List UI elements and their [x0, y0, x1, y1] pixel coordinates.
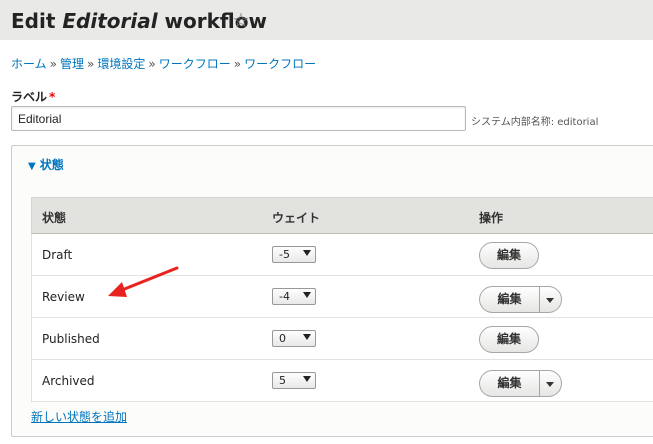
caret-down-icon: [546, 298, 554, 303]
edit-button[interactable]: 編集: [479, 370, 539, 397]
chevron-down-icon: [303, 292, 311, 298]
breadcrumb: ホーム» 管理» 環境設定» ワークフロー» ワークフロー: [11, 55, 316, 72]
edit-dropbutton: 編集: [479, 286, 562, 313]
states-legend-toggle[interactable]: ▼ 状態: [28, 156, 64, 173]
weight-select[interactable]: -5: [272, 246, 316, 263]
edit-button[interactable]: 編集: [479, 286, 539, 313]
caret-down-icon: [546, 382, 554, 387]
table-row: Published 0 編集: [31, 318, 653, 360]
table-row: Archived 5 編集: [31, 360, 653, 402]
label-field-title: ラベル *: [11, 90, 56, 104]
dropbutton-toggle[interactable]: [539, 286, 562, 313]
chevron-down-icon: [303, 376, 311, 382]
breadcrumb-config[interactable]: 環境設定: [97, 57, 145, 71]
weight-select[interactable]: 0: [272, 330, 316, 347]
table-header: 状態 ウェイト 操作: [31, 197, 653, 234]
chevron-down-icon: [303, 250, 311, 256]
states-table: 状態 ウェイト 操作 Draft -5 編集 Review -4 編集 Publ…: [31, 197, 653, 402]
breadcrumb-workflows[interactable]: ワークフロー: [244, 57, 316, 71]
states-fieldset: ▼ 状態 状態 ウェイト 操作 Draft -5 編集 Review -4 編集 …: [11, 145, 653, 437]
state-name: Draft: [42, 248, 73, 262]
table-row: Review -4 編集: [31, 276, 653, 318]
column-header-weight: ウェイト: [272, 211, 321, 225]
breadcrumb-separator: »: [148, 57, 156, 71]
breadcrumb-home[interactable]: ホーム: [11, 57, 47, 71]
breadcrumb-workflow[interactable]: ワークフロー: [159, 57, 231, 71]
page-header: Edit Editorial workflow ☆: [0, 0, 653, 40]
column-header-state: 状態: [42, 211, 67, 225]
state-name: Review: [42, 290, 85, 304]
breadcrumb-separator: »: [87, 57, 95, 71]
breadcrumb-admin[interactable]: 管理: [60, 57, 84, 71]
star-outline-icon[interactable]: ☆: [232, 9, 250, 31]
required-mark: *: [49, 90, 56, 104]
page-title: Edit Editorial workflow: [11, 9, 267, 33]
breadcrumb-separator: »: [233, 57, 242, 71]
state-name: Published: [42, 332, 100, 346]
table-row: Draft -5 編集: [31, 234, 653, 276]
machine-name: システム内部名称: editorial: [471, 117, 599, 128]
column-header-operations: 操作: [479, 211, 504, 225]
dropbutton-toggle[interactable]: [539, 370, 562, 397]
weight-select[interactable]: -4: [272, 288, 316, 305]
edit-button[interactable]: 編集: [479, 242, 539, 269]
add-state-link[interactable]: 新しい状態を追加: [31, 408, 127, 425]
chevron-down-icon: [303, 334, 311, 340]
triangle-down-icon: ▼: [28, 161, 36, 172]
edit-dropbutton: 編集: [479, 370, 562, 397]
breadcrumb-separator: »: [49, 57, 57, 71]
state-name: Archived: [42, 374, 95, 388]
edit-button[interactable]: 編集: [479, 326, 539, 353]
weight-select[interactable]: 5: [272, 372, 316, 389]
label-input[interactable]: [11, 106, 466, 131]
